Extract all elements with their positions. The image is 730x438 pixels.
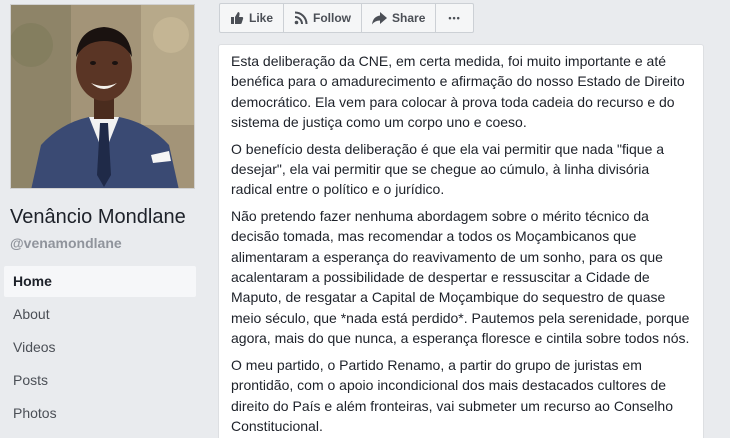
like-button[interactable]: Like	[220, 4, 285, 32]
share-label: Share	[392, 11, 426, 25]
page-side-nav: Home About Videos Posts Photos	[4, 266, 196, 431]
post-paragraph: O benefício desta deliberação é que ela …	[231, 140, 665, 198]
nav-item-posts[interactable]: Posts	[4, 365, 196, 396]
post-body: Esta deliberação da CNE, em certa medida…	[231, 51, 693, 438]
thumbs-up-icon	[230, 11, 244, 25]
page-name[interactable]: Venâncio Mondlane	[10, 206, 186, 229]
like-label: Like	[249, 11, 274, 25]
post-paragraph: O meu partido, o Partido Renamo, a parti…	[231, 356, 673, 434]
profile-photo[interactable]	[10, 4, 195, 189]
post-paragraph: Não pretendo fazer nenhuma abordagem sob…	[231, 207, 690, 347]
follow-button[interactable]: Follow	[284, 4, 363, 32]
post-paragraph: Esta deliberação da CNE, em certa medida…	[231, 53, 685, 131]
profile-portrait-image	[11, 5, 194, 188]
share-button[interactable]: Share	[362, 4, 437, 32]
page-handle[interactable]: @venamondlane	[10, 235, 122, 251]
follow-label: Follow	[313, 11, 352, 25]
page-action-bar: Like Follow Share •••	[219, 3, 474, 33]
share-arrow-icon	[372, 11, 388, 25]
post-card: Esta deliberação da CNE, em certa medida…	[218, 44, 704, 438]
nav-item-photos[interactable]: Photos	[4, 398, 196, 429]
left-column: Venâncio Mondlane @venamondlane Home Abo…	[0, 0, 206, 438]
nav-item-about[interactable]: About	[4, 299, 196, 330]
nav-item-videos[interactable]: Videos	[4, 332, 196, 363]
rss-feed-icon	[294, 11, 308, 25]
more-options-button[interactable]: •••	[436, 4, 472, 32]
more-options-icon: •••	[448, 13, 461, 23]
nav-item-home[interactable]: Home	[4, 266, 196, 297]
